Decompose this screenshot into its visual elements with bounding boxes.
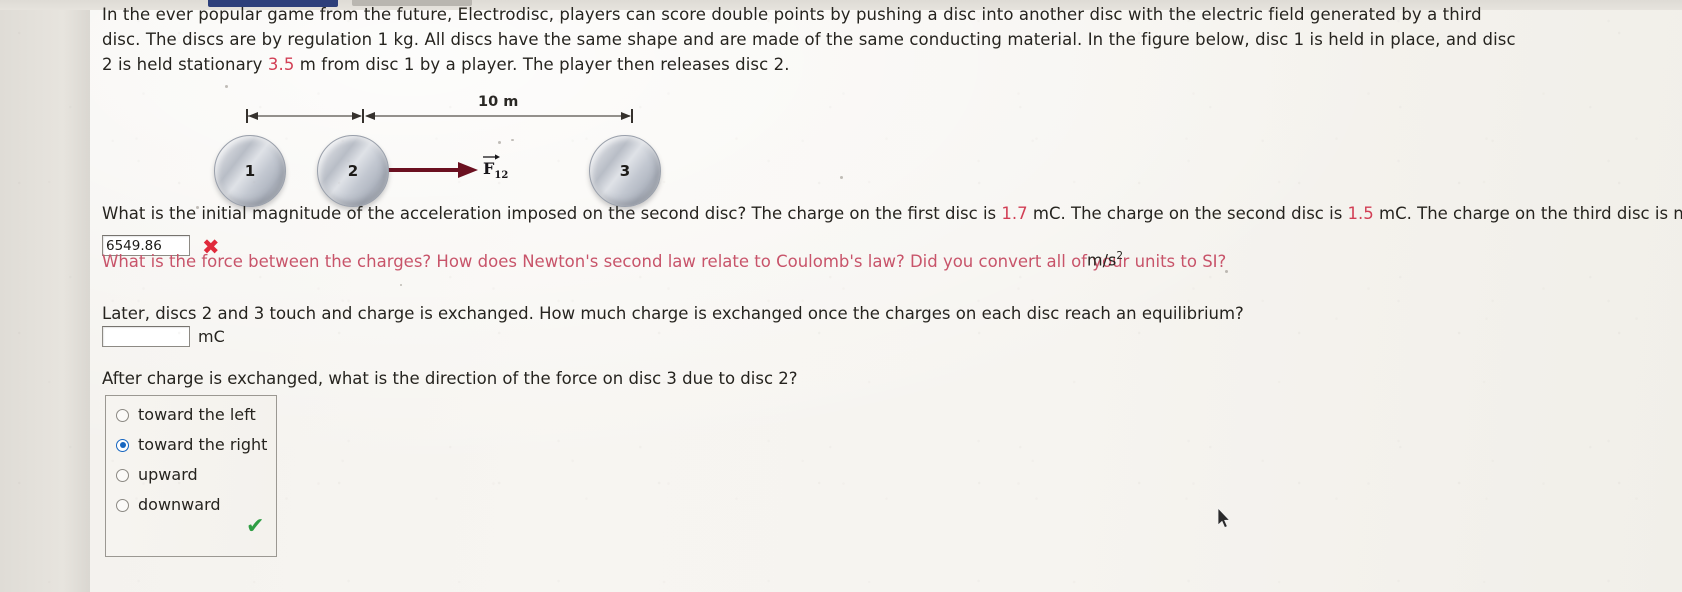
question-2-text: Later, discs 2 and 3 touch and charge is…	[102, 304, 1244, 323]
question-2-answer-input[interactable]	[102, 326, 190, 347]
problem-statement-part2: m from disc 1 by a player. The player th…	[294, 55, 790, 74]
question-1-part1: What is the initial magnitude of the acc…	[102, 204, 1002, 223]
question-2-unit: mC	[198, 327, 225, 346]
option-label: downward	[138, 495, 221, 514]
radio-upward[interactable]	[116, 468, 129, 482]
question-1-unit-exponent: 2	[1116, 250, 1123, 262]
paper-speck	[840, 176, 843, 179]
paper-speck	[511, 139, 514, 141]
question-3-text: After charge is exchanged, what is the d…	[102, 369, 798, 388]
disc-2-label: 2	[347, 162, 359, 180]
question-1-unit: m/s2	[1087, 250, 1123, 269]
screenshot-root: In the ever popular game from the future…	[0, 0, 1682, 592]
option-label: toward the right	[138, 435, 268, 454]
force-symbol: F	[483, 159, 495, 178]
disc-3-label: 3	[619, 162, 631, 180]
question-1-hint: What is the force between the charges? H…	[102, 252, 1227, 271]
paper-speck	[225, 85, 228, 88]
question-1-part2: mC. The charge on the second disc is	[1027, 204, 1348, 223]
photographed-page	[90, 0, 1682, 592]
radio-toward-the-left[interactable]	[116, 408, 129, 422]
question-1-part3: mC. The charge on the third disc is neut…	[1379, 204, 1682, 223]
option-label: upward	[138, 465, 198, 484]
figure-dimension-lines	[246, 109, 633, 178]
radio-downward[interactable]	[116, 498, 129, 512]
problem-distance-value: 3.5	[267, 55, 295, 74]
disc-figure: 10 m 1 2 3 F12	[206, 92, 766, 207]
disc-1: 1	[214, 135, 286, 207]
disc-3: 3	[589, 135, 661, 207]
force-subscript: 12	[494, 170, 509, 182]
mouse-cursor	[1218, 508, 1231, 529]
paper-speck	[498, 141, 501, 144]
option-toward-the-right[interactable]: toward the right	[116, 436, 267, 454]
radio-toward-the-right[interactable]	[116, 438, 129, 452]
option-upward[interactable]: upward	[116, 466, 198, 484]
problem-statement: In the ever popular game from the future…	[102, 2, 1520, 77]
disc-1-label: 1	[244, 162, 256, 180]
question-1-charge2: 1.5	[1347, 204, 1374, 223]
option-toward-the-left[interactable]: toward the left	[116, 406, 256, 424]
question-1-unit-text: m/s	[1087, 250, 1117, 270]
option-downward[interactable]: downward	[116, 496, 221, 514]
option-label: toward the left	[138, 405, 256, 424]
question-1-charge1: 1.7	[1001, 204, 1028, 223]
vector-arrow-icon	[483, 154, 500, 160]
page-left-margin	[0, 10, 90, 592]
force-vector-label: F12	[483, 154, 509, 182]
question-3-correct-icon: ✔	[246, 514, 265, 539]
disc-2: 2	[317, 135, 389, 207]
question-1-text: What is the initial magnitude of the acc…	[102, 202, 1682, 226]
paper-speck	[400, 284, 402, 286]
